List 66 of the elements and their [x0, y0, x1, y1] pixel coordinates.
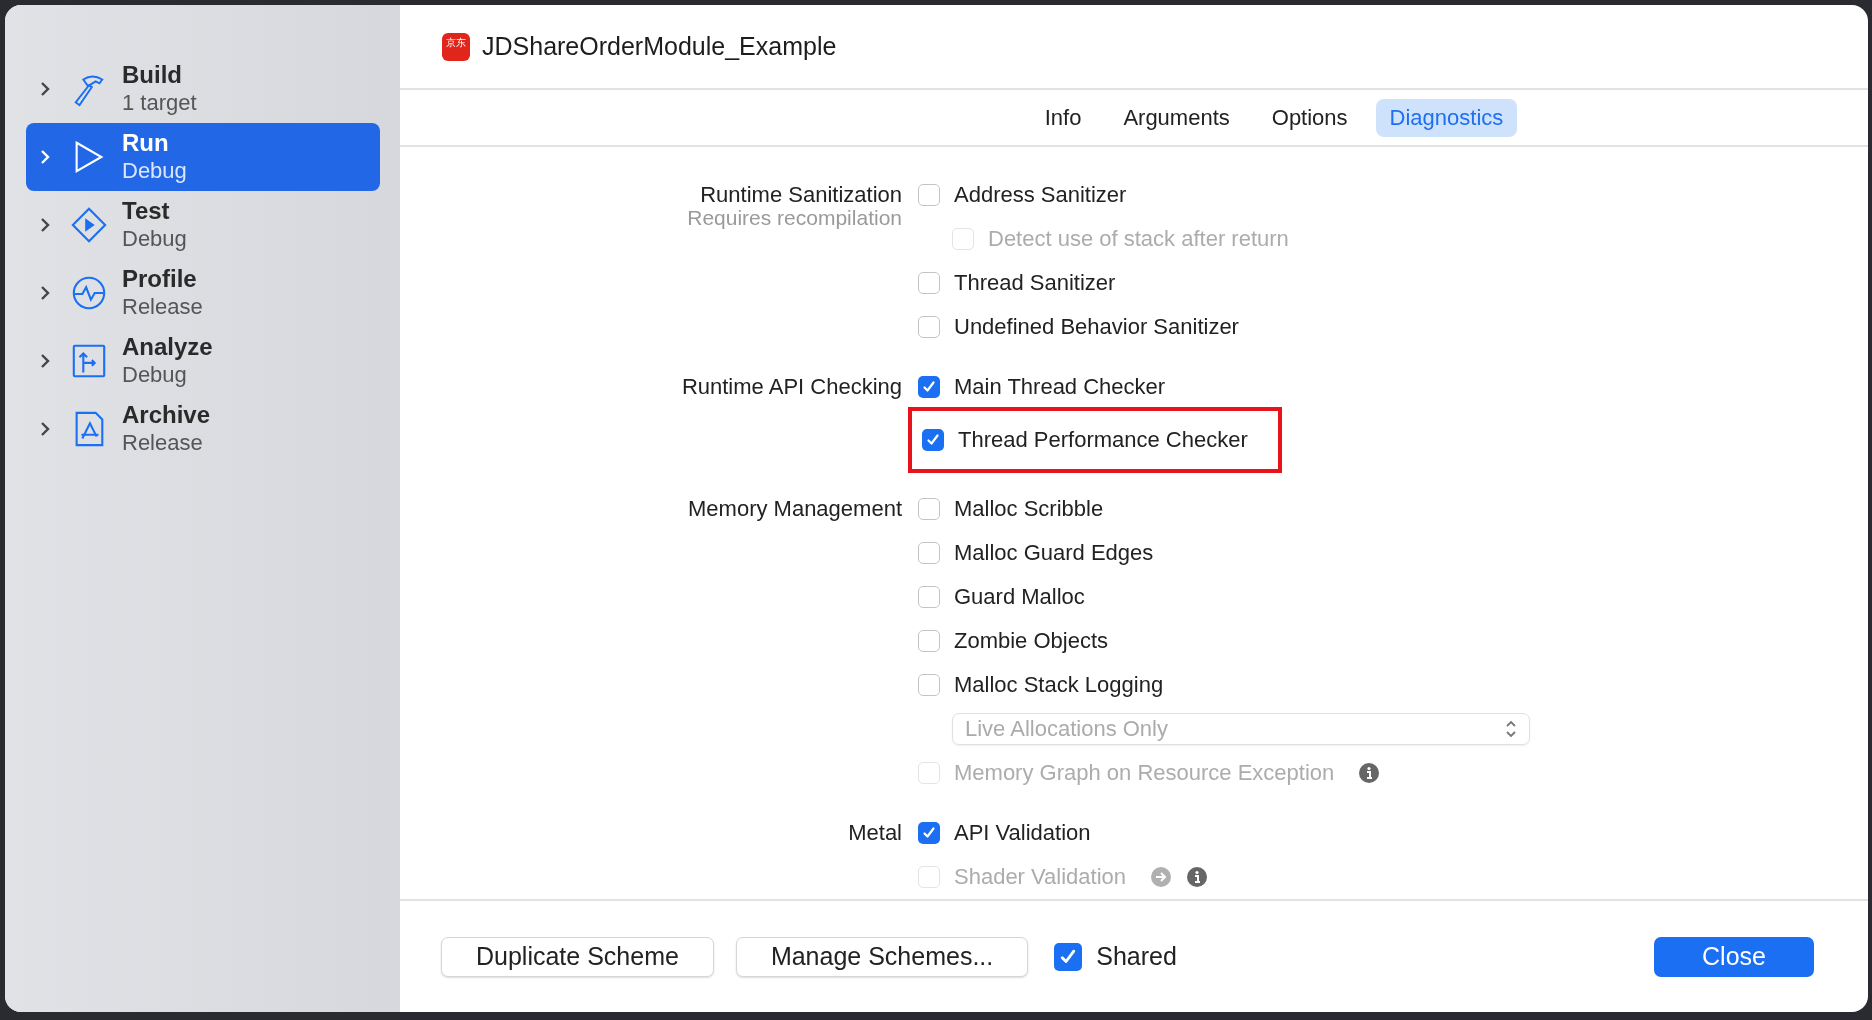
checkbox-label: Memory Graph on Resource Exception	[954, 760, 1335, 787]
section-label: Runtime Sanitization	[700, 181, 902, 210]
checkbox-label: Main Thread Checker	[954, 374, 1166, 401]
action-subtitle: Debug	[122, 157, 187, 185]
section-note: Requires recompilation	[687, 207, 902, 230]
checkmark-icon	[922, 826, 936, 841]
shared-label: Shared	[1096, 942, 1177, 972]
updown-chevron-icon	[1505, 719, 1517, 740]
close-button[interactable]: Close	[1654, 936, 1814, 977]
action-subtitle: Debug	[122, 361, 188, 389]
scheme-action-item[interactable]: Analyze Debug	[26, 327, 380, 395]
checkbox-label: Address Sanitizer	[954, 182, 1127, 209]
checkmark-icon	[1059, 947, 1078, 966]
action-subtitle: 1 target	[122, 89, 197, 117]
tab[interactable]: Arguments	[1109, 98, 1244, 137]
checkbox[interactable]	[918, 498, 940, 521]
action-icon	[70, 342, 108, 380]
checkbox-label: API Validation	[954, 820, 1091, 847]
action-title: Build	[122, 61, 183, 89]
action-title: Profile	[122, 265, 198, 293]
checkbox[interactable]	[918, 630, 940, 653]
shared-checkbox[interactable]	[1054, 942, 1083, 971]
scheme-button[interactable]: Manage Schemes...	[735, 936, 1029, 977]
section-label: Memory Management	[688, 495, 902, 524]
checkbox-label: Malloc Stack Logging	[954, 672, 1164, 699]
checkbox[interactable]	[922, 429, 944, 452]
checkbox[interactable]	[918, 316, 940, 339]
action-subtitle: Debug	[122, 225, 187, 253]
section-label: Metal	[848, 819, 902, 848]
checkmark-icon	[926, 433, 940, 448]
checkbox[interactable]	[918, 272, 940, 295]
checkbox-label: Thread Performance Checker	[958, 427, 1248, 454]
checkbox-label: Malloc Scribble	[954, 496, 1104, 523]
action-icon	[70, 274, 108, 312]
scheme-action-item[interactable]: Build 1 target	[26, 55, 380, 123]
checkbox-label: Zombie Objects	[954, 628, 1109, 655]
checkbox[interactable]	[918, 586, 940, 609]
checkbox-label: Guard Malloc	[954, 584, 1085, 611]
checkbox-label: Thread Sanitizer	[954, 270, 1116, 297]
scheme-action-item[interactable]: Archive Release	[26, 395, 380, 463]
tab[interactable]: Info	[1030, 98, 1096, 137]
action-icon	[70, 206, 108, 244]
action-title: Analyze	[122, 333, 213, 361]
checkbox[interactable]	[918, 184, 940, 207]
checkbox[interactable]	[918, 542, 940, 565]
checkbox[interactable]	[918, 674, 940, 697]
checkbox-label: Undefined Behavior Sanitizer	[954, 314, 1239, 341]
checkbox-label: Detect use of stack after return	[988, 226, 1289, 253]
app-icon: 京东	[442, 32, 470, 61]
action-title: Run	[122, 129, 170, 157]
checkbox[interactable]	[918, 376, 940, 399]
action-subtitle: Release	[122, 293, 203, 321]
checkbox-label: Malloc Guard Edges	[954, 540, 1154, 567]
scheme-action-item[interactable]: Profile Release	[26, 259, 380, 327]
action-title: Archive	[122, 401, 211, 429]
action-subtitle: Release	[122, 429, 204, 457]
checkmark-icon	[922, 380, 936, 395]
scheme-action-item[interactable]: Run Debug	[26, 123, 380, 191]
scheme-action-item[interactable]: Test Debug	[26, 191, 380, 259]
scheme-button[interactable]: Duplicate Scheme	[441, 936, 714, 977]
section-label: Runtime API Checking	[681, 373, 902, 402]
checkbox[interactable]	[918, 822, 940, 845]
action-title: Test	[122, 197, 171, 225]
checkbox-label: Shader Validation	[954, 864, 1127, 891]
tab[interactable]: Options	[1257, 98, 1362, 137]
scheme-title: JDShareOrderModule_Example	[482, 32, 837, 61]
